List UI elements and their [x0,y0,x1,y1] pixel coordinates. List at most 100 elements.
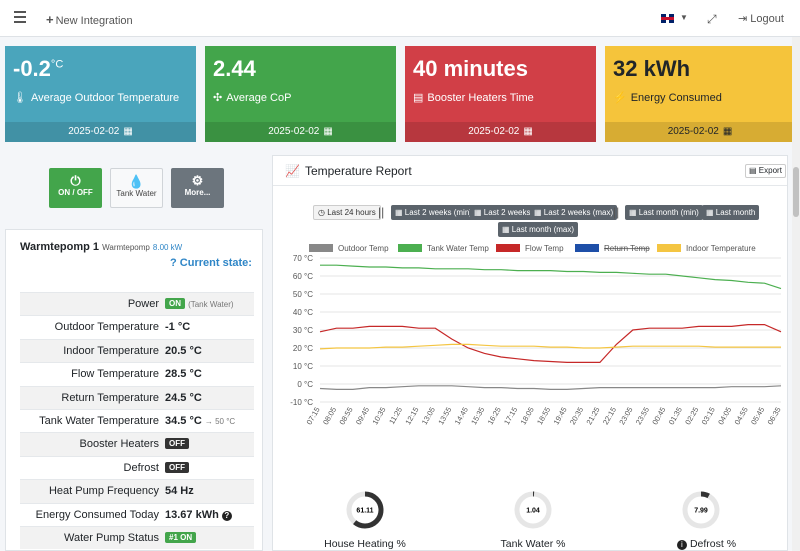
range-last-2-weeks-min-button[interactable]: ▦ Last 2 weeks (min) [391,205,476,220]
state-row: Water Pump Status #1 ON [20,525,254,550]
uk-flag-icon[interactable] [661,14,674,23]
state-row: Flow Temperature 28.5 °C [20,362,254,385]
state-row: Power ON (Tank Water) [20,292,254,316]
state-key: Tank Water Temperature [39,414,159,427]
export-button[interactable]: ▤ Export [745,164,786,178]
outdoor-temp-card: -0.2°C 🌡 Average Outdoor Temperature 2025… [5,46,196,142]
more-button[interactable]: ⚙ More... [171,168,224,208]
x-tick-label: 04:05 [716,406,733,427]
new-integration-link[interactable]: + New Integration [46,12,133,27]
y-tick-label: 50 °C [293,290,313,299]
state-row: Tank Water Temperature 34.5 °C → 50 °C [20,408,254,432]
calendar-icon: ▦ [123,126,133,137]
question-icon[interactable]: ? [221,510,232,521]
range-last-2-weeks-button[interactable]: ▦ Last 2 weeks [470,205,535,220]
line-chart-icon: 📈 [285,164,300,178]
range-label: Last 24 hours [327,208,376,217]
legend-swatch [309,244,333,252]
y-tick-label: 60 °C [293,272,313,281]
state-value: ON (Tank Water) [165,298,234,310]
card-date-footer[interactable]: 2025-02-02 ▦ [405,122,596,142]
calendar-icon: ▦ [534,208,542,217]
state-extra: (Tank Water) [188,300,234,309]
top-navbar: + New Integration ▼ ⤢ ⇥ Logout [0,0,800,37]
status-badge: OFF [165,438,189,450]
range-last-2-weeks-max-button[interactable]: ▦ Last 2 weeks (max) [530,205,618,220]
page-scrollbar[interactable] [792,37,800,551]
gears-icon: ⚙ [191,173,204,188]
device-state-panel: Warmtepomp 1 Warmtepomp 8.00 kW ? Curren… [5,229,263,551]
plus-icon: + [46,12,54,27]
on-off-button[interactable]: ⏻ ON / OFF [49,168,102,208]
tank-water-label: Tank Water % [500,538,566,550]
menu-toggle-icon[interactable] [14,11,26,26]
scrollbar-thumb[interactable] [793,167,799,217]
x-tick-label: 09:45 [354,406,371,427]
new-integration-label: New Integration [55,15,133,27]
legend-label: Return Temp [604,244,650,253]
state-value: 24.5 °C [165,392,202,404]
x-tick-label: 06:35 [766,406,783,427]
y-tick-label: 30 °C [293,326,313,335]
card-date: 2025-02-02 [68,126,120,137]
state-value-text: 28.5 °C [165,368,202,381]
calendar-icon: ▦ [629,208,637,217]
legend-label: Indoor Temperature [686,244,756,253]
defrost-label: i Defrost % [645,538,765,550]
x-tick-label: 13:55 [436,406,453,427]
state-value-text: 34.5 °C [165,414,202,427]
x-tick-label: 12:15 [403,406,420,427]
logout-link[interactable]: ⇥ Logout [738,12,784,25]
range-label: Last 2 weeks (max) [543,208,614,217]
defrost-label-text: Defrost % [689,538,737,550]
x-tick-label: 21:25 [584,406,601,427]
range-last-month-max-button[interactable]: ▦ Last month (max) [498,222,579,237]
x-tick-label: 10:35 [370,406,387,427]
card-value: 40 minutes [413,56,528,81]
status-badge: ON [165,298,185,309]
state-key: Defrost [123,461,159,474]
x-tick-label: 00:45 [650,406,667,427]
state-key: Indoor Temperature [63,344,159,357]
logout-icon: ⇥ [738,13,748,25]
state-value-text: -1 °C [165,321,191,334]
charging-station-icon: ⚡ [613,92,627,104]
status-badge: #1 ON [165,531,197,543]
file-icon: ▤ [749,166,757,175]
calendar-icon: ▦ [395,208,403,217]
current-state-link[interactable]: ? Current state: [170,257,252,269]
report-title: Temperature Report [304,164,412,178]
chevron-down-icon[interactable]: ▼ [680,13,688,22]
x-tick-label: 11:25 [387,406,404,426]
range-label: Last month (max) [511,225,575,234]
legend-swatch [657,244,681,252]
card-date-footer[interactable]: 2025-02-02 ▦ [605,122,795,142]
legend-swatch [575,244,599,252]
state-key: Energy Consumed Today [35,508,159,521]
card-label: Average CoP [226,92,292,104]
card-date-footer[interactable]: 2025-02-02 ▦ [205,122,396,142]
fullscreen-icon[interactable]: ⤢ [707,12,717,27]
state-value-text: 20.5 °C [165,344,202,357]
tank-water-label: Tank Water [116,189,157,198]
state-row: Outdoor Temperature -1 °C [20,315,254,338]
state-key: Heat Pump Frequency [48,485,159,498]
x-tick-label: 01:35 [667,406,684,427]
gauge-value: 1.04 [526,508,540,515]
gauge-value: 7.99 [694,508,708,515]
card-date-footer[interactable]: 2025-02-02 ▦ [5,122,196,142]
legend-label: Flow Temp [525,244,564,253]
tank-water-button[interactable]: 💧 Tank Water [110,168,163,208]
separator: || [378,205,385,219]
heater-icon: ▤ [413,92,424,104]
state-value: 34.5 °C → 50 °C [165,415,235,427]
device-name: Warmtepomp 1 [20,241,100,253]
range-last-24-hours-button[interactable]: ◷ Last 24 hours [313,205,381,220]
temperature-line-chart[interactable]: Outdoor Temp Tank Water Temp Flow Temp Retu… [273,240,789,480]
state-value: OFF [165,438,189,450]
calendar-icon: ▦ [502,225,510,234]
legend-label: Tank Water Temp [427,244,489,253]
question-icon: ? [170,257,177,269]
range-last-month-min-button[interactable]: ▦ Last month (min) [625,205,703,220]
range-last-month-button[interactable]: ▦ Last month [702,205,760,220]
